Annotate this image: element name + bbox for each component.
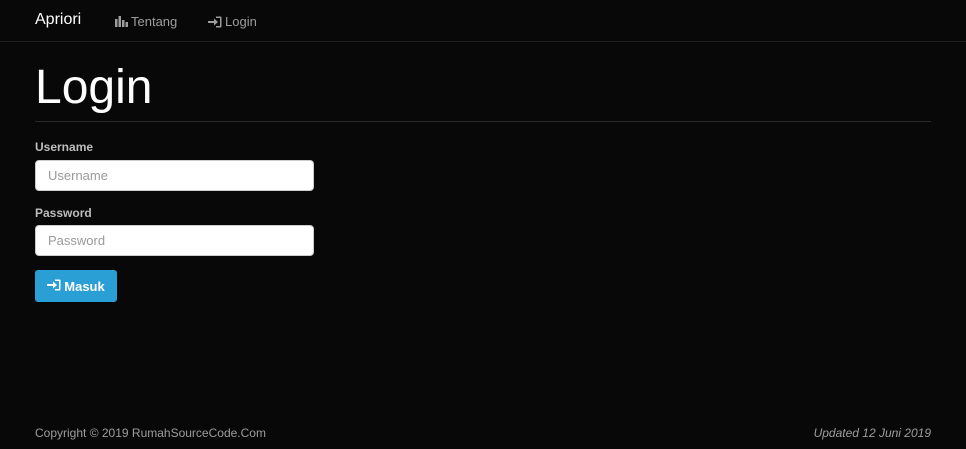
page: Apriori Tentang Login Login Username Use… [0, 0, 966, 449]
masuk-button-label: Masuk [64, 278, 105, 294]
bar-chart-icon [115, 16, 128, 27]
username-input[interactable] [35, 160, 314, 191]
footer-copyright: Copyright © 2019 RumahSourceCode.Com [35, 426, 266, 440]
nav-link-tentang[interactable]: Tentang [115, 14, 177, 29]
password-input[interactable] [35, 225, 314, 256]
page-title: Login [35, 61, 153, 114]
sign-in-icon [208, 16, 222, 28]
username-label: Username [35, 140, 94, 154]
password-label: Password [35, 206, 92, 220]
masuk-button[interactable]: Masuk [35, 270, 117, 302]
nav-link-label: Login [225, 14, 257, 29]
brand-link[interactable]: Apriori [35, 11, 81, 29]
title-divider [35, 121, 931, 122]
navbar: Apriori Tentang Login [0, 0, 966, 42]
footer-updated: Updated 12 Juni 2019 [813, 426, 931, 440]
nav-link-label: Tentang [131, 14, 178, 29]
nav-link-login[interactable]: Login [208, 14, 257, 29]
sign-in-icon [47, 279, 61, 294]
